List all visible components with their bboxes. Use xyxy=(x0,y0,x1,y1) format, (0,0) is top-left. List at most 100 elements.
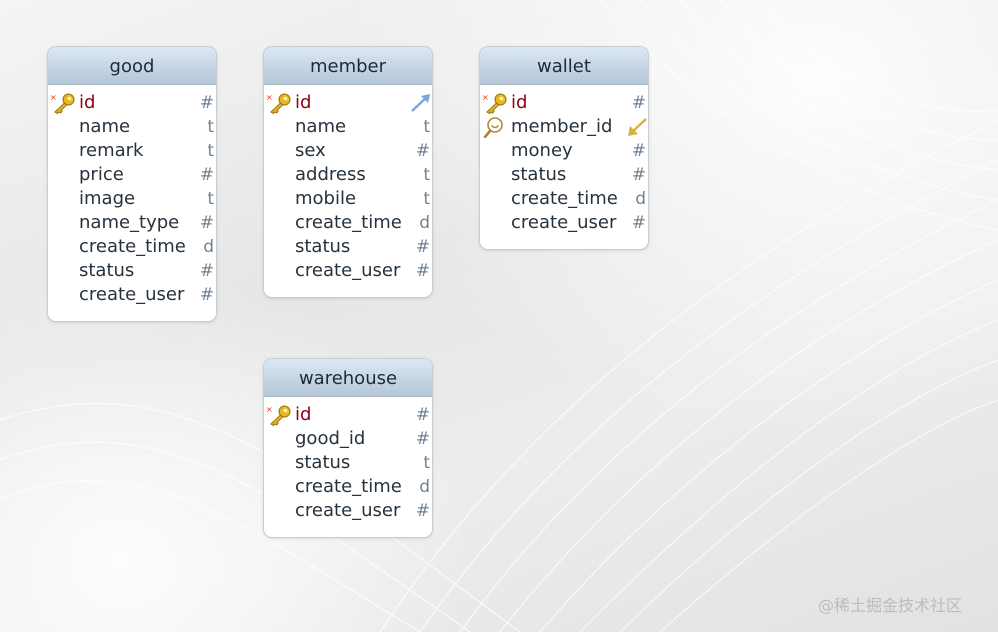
column-name: status xyxy=(79,260,135,281)
column-row[interactable]: good_id # xyxy=(264,427,432,451)
column-type: t xyxy=(423,165,430,185)
column-row[interactable]: status # xyxy=(480,163,648,187)
column-name: create_time xyxy=(295,212,402,233)
column-row[interactable]: × id xyxy=(264,91,432,115)
column-type: # xyxy=(631,165,646,185)
column-name: create_user xyxy=(511,212,617,233)
column-row[interactable]: address t xyxy=(264,163,432,187)
column-row[interactable]: create_time d xyxy=(264,211,432,235)
column-name: money xyxy=(511,140,573,161)
column-name: id xyxy=(295,92,312,113)
icon-slot-empty xyxy=(266,236,292,258)
column-row[interactable]: create_time d xyxy=(480,187,648,211)
column-row[interactable]: × id # xyxy=(264,403,432,427)
icon-slot-empty xyxy=(266,452,292,474)
column-type: t xyxy=(207,117,214,137)
icon-slot-empty xyxy=(266,428,292,450)
column-row[interactable]: name t xyxy=(264,115,432,139)
column-row[interactable]: remark t xyxy=(48,139,216,163)
icon-slot-empty xyxy=(266,212,292,234)
column-row[interactable]: create_time d xyxy=(264,475,432,499)
table-title[interactable]: wallet xyxy=(480,47,648,85)
column-name: status xyxy=(295,236,351,257)
icon-slot-empty xyxy=(482,140,508,162)
icon-slot-empty xyxy=(50,164,76,186)
svg-text:×: × xyxy=(266,93,273,102)
relation-arrow-out-icon[interactable] xyxy=(410,93,432,113)
column-row[interactable]: create_time d xyxy=(48,235,216,259)
column-type: d xyxy=(419,477,430,497)
icon-slot-empty xyxy=(482,188,508,210)
column-name: create_time xyxy=(79,236,186,257)
magnifier-index-icon xyxy=(482,116,508,139)
column-name: create_user xyxy=(79,284,185,305)
column-row[interactable]: mobile t xyxy=(264,187,432,211)
column-type: # xyxy=(415,501,430,521)
column-name: name_type xyxy=(79,212,180,233)
column-row[interactable]: status # xyxy=(264,235,432,259)
column-name: create_user xyxy=(295,260,401,281)
column-name: name xyxy=(295,116,347,137)
column-type: # xyxy=(199,285,214,305)
relation-arrow-in-icon[interactable] xyxy=(626,117,648,137)
icon-slot-empty xyxy=(50,212,76,234)
icon-slot-empty xyxy=(266,260,292,282)
column-name: create_user xyxy=(295,500,401,521)
column-name: status xyxy=(511,164,567,185)
key-icon: × xyxy=(266,404,292,427)
column-name: id xyxy=(79,92,96,113)
column-row[interactable]: status # xyxy=(48,259,216,283)
column-list: × id # member_id money # status # create_time d cr… xyxy=(480,85,648,249)
column-type: # xyxy=(199,261,214,281)
table-warehouse[interactable]: warehouse × id # good_id # status t create_time… xyxy=(263,358,433,538)
icon-slot-empty xyxy=(266,164,292,186)
column-name: good_id xyxy=(295,428,366,449)
column-type: d xyxy=(635,189,646,209)
column-name: price xyxy=(79,164,124,185)
column-type: # xyxy=(415,141,430,161)
column-row[interactable]: image t xyxy=(48,187,216,211)
table-wallet[interactable]: wallet × id # member_id money # status # create_… xyxy=(479,46,649,250)
column-name: sex xyxy=(295,140,326,161)
table-member[interactable]: member × id name t sex # address t mobile t create… xyxy=(263,46,433,298)
column-type: # xyxy=(415,405,430,425)
column-row[interactable]: money # xyxy=(480,139,648,163)
icon-slot-empty xyxy=(50,116,76,138)
column-row[interactable]: × id # xyxy=(48,91,216,115)
svg-text:×: × xyxy=(266,405,273,414)
column-row[interactable]: create_user # xyxy=(480,211,648,235)
key-icon: × xyxy=(266,92,292,115)
column-row[interactable]: × id # xyxy=(480,91,648,115)
column-name: create_time xyxy=(295,476,402,497)
svg-text:×: × xyxy=(50,93,57,102)
key-icon: × xyxy=(482,92,508,115)
column-type: d xyxy=(203,237,214,257)
column-name: mobile xyxy=(295,188,357,209)
column-row[interactable]: sex # xyxy=(264,139,432,163)
column-row[interactable]: create_user # xyxy=(264,499,432,523)
icon-slot-empty xyxy=(50,236,76,258)
column-row[interactable]: create_user # xyxy=(264,259,432,283)
icon-slot-empty xyxy=(482,212,508,234)
column-name: id xyxy=(511,92,528,113)
table-title[interactable]: warehouse xyxy=(264,359,432,397)
column-name: address xyxy=(295,164,366,185)
table-title[interactable]: good xyxy=(48,47,216,85)
column-row[interactable]: member_id xyxy=(480,115,648,139)
column-list: × id # good_id # status t create_time d create_us… xyxy=(264,397,432,537)
column-type: d xyxy=(419,213,430,233)
column-name: create_time xyxy=(511,188,618,209)
icon-slot-empty xyxy=(50,140,76,162)
column-name: id xyxy=(295,404,312,425)
column-row[interactable]: name t xyxy=(48,115,216,139)
column-row[interactable]: price # xyxy=(48,163,216,187)
column-row[interactable]: create_user # xyxy=(48,283,216,307)
column-type: # xyxy=(199,213,214,233)
column-row[interactable]: status t xyxy=(264,451,432,475)
column-row[interactable]: name_type # xyxy=(48,211,216,235)
column-type: t xyxy=(423,117,430,137)
table-title[interactable]: member xyxy=(264,47,432,85)
column-type: # xyxy=(415,237,430,257)
table-good[interactable]: good × id # name t remark t price # image t name_ty… xyxy=(47,46,217,322)
column-list: × id # name t remark t price # image t name_type # cr… xyxy=(48,85,216,321)
